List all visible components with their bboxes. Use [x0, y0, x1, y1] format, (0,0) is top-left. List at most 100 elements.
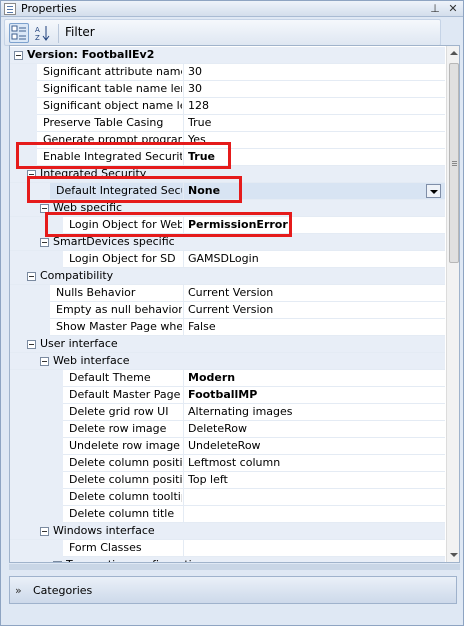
property-row[interactable]: Empty as null behavior Current Version	[10, 302, 445, 319]
column-divider[interactable]	[183, 370, 184, 387]
property-value[interactable]: 30	[188, 65, 443, 78]
property-value[interactable]: 128	[188, 99, 443, 112]
alphabetical-sort-button[interactable]: A Z	[33, 23, 53, 43]
vertical-scrollbar[interactable]	[446, 46, 459, 562]
column-divider[interactable]	[183, 489, 184, 506]
scroll-up-icon[interactable]	[447, 46, 459, 60]
property-value[interactable]: Top left	[188, 473, 443, 486]
category-label: Version: FootballEv2	[27, 48, 155, 61]
row-gutter	[10, 81, 37, 98]
property-row[interactable]: Significant attribute name lengt 30	[10, 64, 445, 81]
property-row[interactable]: Login Object for SD GAMSDLogin	[10, 251, 445, 268]
column-divider[interactable]	[183, 387, 184, 404]
property-value[interactable]: Leftmost column	[188, 456, 443, 469]
property-row[interactable]: Preserve Table Casing True	[10, 115, 445, 132]
collapse-toggle-icon[interactable]	[40, 527, 49, 536]
property-row[interactable]: Delete row image DeleteRow	[10, 421, 445, 438]
property-row[interactable]: Significant object name length 128	[10, 98, 445, 115]
pin-icon[interactable]: ⊥	[429, 2, 441, 15]
property-row[interactable]: Delete column tooltip text	[10, 489, 445, 506]
property-row[interactable]: Form Classes	[10, 540, 445, 557]
row-gutter	[10, 251, 63, 268]
column-divider[interactable]	[183, 302, 184, 319]
collapse-toggle-icon[interactable]	[27, 272, 36, 281]
property-name: Delete column title	[69, 507, 175, 520]
collapse-toggle-icon[interactable]	[40, 357, 49, 366]
property-value[interactable]: Modern	[188, 371, 443, 384]
column-divider[interactable]	[183, 404, 184, 421]
property-name: Significant attribute name lengt	[43, 65, 182, 78]
category-row[interactable]: Version: FootballEv2	[10, 47, 445, 64]
property-value[interactable]: Current Version	[188, 303, 443, 316]
column-divider[interactable]	[183, 506, 184, 523]
column-divider[interactable]	[183, 285, 184, 302]
row-gutter	[10, 115, 37, 132]
property-row[interactable]: Undelete row image UndeleteRow	[10, 438, 445, 455]
category-label: Transaction configuration	[66, 558, 459, 562]
double-chevron-down-icon: »	[15, 584, 22, 597]
property-value[interactable]: UndeleteRow	[188, 439, 443, 452]
property-value[interactable]: True	[188, 116, 443, 129]
toolbar-separator	[58, 24, 59, 43]
collapse-toggle-icon[interactable]	[14, 51, 23, 60]
category-row[interactable]: Transaction configuration	[10, 557, 445, 562]
property-row[interactable]: Nulls Behavior Current Version	[10, 285, 445, 302]
column-divider[interactable]	[183, 421, 184, 438]
category-row[interactable]: Compatibility	[10, 268, 445, 285]
property-value[interactable]: Alternating images	[188, 405, 443, 418]
property-row[interactable]: Significant table name length 30	[10, 81, 445, 98]
property-name: Show Master Page when Pop	[56, 320, 182, 333]
column-divider[interactable]	[183, 438, 184, 455]
property-row[interactable]: Delete column position in f Top left	[10, 472, 445, 489]
splitter[interactable]	[9, 564, 460, 570]
property-name: Delete row image	[69, 422, 167, 435]
property-row[interactable]: Delete column title	[10, 506, 445, 523]
row-gutter	[10, 387, 63, 404]
column-divider[interactable]	[183, 98, 184, 115]
category-label: Web interface	[53, 354, 130, 367]
filter-button[interactable]: Filter	[65, 25, 95, 39]
row-gutter	[10, 64, 37, 81]
property-name: Delete column tooltip text	[69, 490, 182, 503]
property-value[interactable]: DeleteRow	[188, 422, 443, 435]
property-value[interactable]: False	[188, 320, 443, 333]
property-row[interactable]: Show Master Page when Pop False	[10, 319, 445, 336]
collapse-toggle-icon[interactable]	[40, 238, 49, 247]
column-divider[interactable]	[183, 251, 184, 268]
property-row[interactable]: Delete grid row UI Alternating images	[10, 404, 445, 421]
category-row[interactable]: Windows interface	[10, 523, 445, 540]
collapse-toggle-icon[interactable]	[27, 340, 36, 349]
sort-az-icon: A Z	[35, 26, 50, 42]
property-row[interactable]: Default Theme Modern	[10, 370, 445, 387]
column-divider[interactable]	[183, 319, 184, 336]
column-divider[interactable]	[183, 455, 184, 472]
column-divider[interactable]	[183, 81, 184, 98]
dropdown-arrow-icon[interactable]	[426, 184, 441, 198]
property-grid: Version: FootballEv2 Significant attribut…	[9, 45, 460, 563]
property-value[interactable]: GAMSDLogin	[188, 252, 443, 265]
category-row[interactable]: Web interface	[10, 353, 445, 370]
categories-panel[interactable]: » Categories	[9, 576, 457, 604]
category-row[interactable]: User interface	[10, 336, 445, 353]
property-row[interactable]: Default Master Page FootballMP	[10, 387, 445, 404]
categorized-view-button[interactable]	[9, 23, 29, 43]
property-name: Preserve Table Casing	[43, 116, 164, 129]
title-bar: Properties ⊥ ✕	[1, 1, 463, 17]
property-name: Default Theme	[69, 371, 151, 384]
category-label: User interface	[40, 337, 118, 350]
collapse-toggle-icon[interactable]	[53, 561, 62, 562]
column-divider[interactable]	[183, 540, 184, 557]
row-gutter	[10, 489, 63, 506]
scroll-thumb[interactable]	[449, 63, 459, 263]
row-gutter	[10, 404, 63, 421]
property-row[interactable]: Delete column position in g Leftmost colu…	[10, 455, 445, 472]
scroll-down-icon[interactable]	[447, 548, 459, 562]
column-divider[interactable]	[183, 115, 184, 132]
property-value[interactable]: 30	[188, 82, 443, 95]
column-divider[interactable]	[183, 472, 184, 489]
property-value[interactable]: FootballMP	[188, 388, 443, 401]
row-gutter	[10, 285, 50, 302]
column-divider[interactable]	[183, 64, 184, 81]
close-icon[interactable]: ✕	[447, 2, 459, 15]
property-value[interactable]: Current Version	[188, 286, 443, 299]
